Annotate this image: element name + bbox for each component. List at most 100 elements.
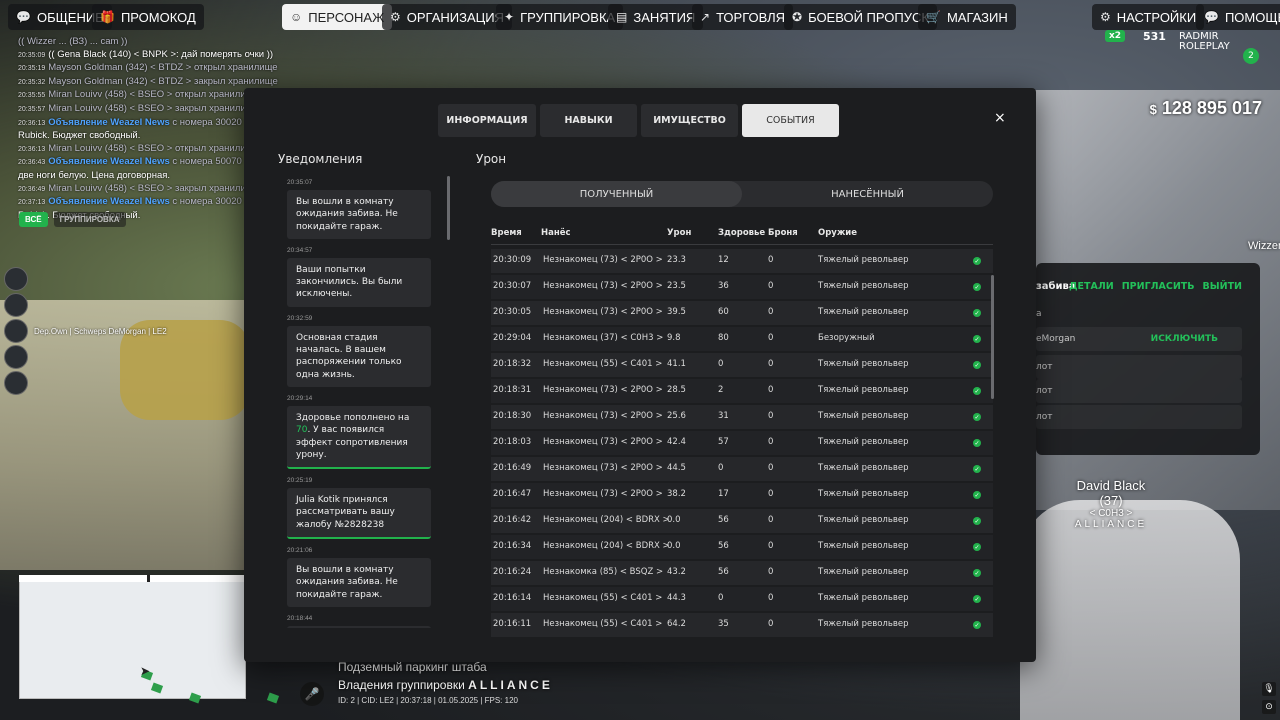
table-row[interactable]: 20:16:34 Незнакомец (204) < BDRX >0.0 56 0 Т… bbox=[491, 535, 993, 559]
row-health: 31 bbox=[718, 411, 729, 421]
tab-skills[interactable]: НАВЫКИ bbox=[540, 104, 637, 137]
chart-icon: ↗ bbox=[700, 10, 711, 24]
notification-time: 20:35:07 bbox=[287, 179, 313, 186]
notification-text: Вы вошли в комнату ожидания забива. Не п… bbox=[296, 197, 398, 232]
chat-line: 20:35:09(( Gena Black (140) < BNPK >: да… bbox=[18, 49, 308, 63]
nav-promocode-label: ПРОМОКОД bbox=[120, 9, 196, 25]
modal-tabs: ИНФОРМАЦИЯ НАВЫКИ ИМУЩЕСТВО СОБЫТИЯ bbox=[438, 104, 839, 137]
gang-slot-row[interactable]: лот bbox=[1036, 405, 1242, 429]
row-damage: 0.0 bbox=[667, 515, 681, 525]
nav-battlepass-button[interactable]: ✪ БОЕВОЙ ПРОПУСК bbox=[784, 4, 937, 30]
table-row[interactable]: 20:30:09 Незнакомец (73) < 2P0O > 23.3 12 0 Т… bbox=[491, 249, 993, 273]
table-row[interactable]: 20:18:30 Незнакомец (73) < 2P0O > 25.6 31 0 Т… bbox=[491, 405, 993, 429]
nav-character-button[interactable]: ☺ ПЕРСОНАЖ bbox=[282, 4, 393, 30]
notification-time: 20:32:59 bbox=[287, 314, 313, 322]
nav-help-label: ПОМОЩЬ bbox=[1224, 9, 1280, 25]
mic-small-icon[interactable]: 🎙 bbox=[1262, 682, 1276, 696]
kick-button[interactable]: ИСКЛЮЧИТЬ bbox=[1151, 334, 1218, 344]
row-health: 0 bbox=[718, 359, 724, 369]
row-weapon: Тяжелый револьвер bbox=[818, 567, 909, 577]
gang-members-panel: забива ДЕТАЛИ ПРИГЛАСИТЬ ВЫЙТИ a eMorgan… bbox=[1036, 263, 1260, 455]
gang-panel-actions: ДЕТАЛИ ПРИГЛАСИТЬ ВЫЙТИ bbox=[1069, 281, 1242, 292]
check-icon: ✓ bbox=[973, 387, 981, 395]
nav-gang-label: ГРУППИРОВКА bbox=[520, 9, 616, 25]
tab-property[interactable]: ИМУЩЕСТВО bbox=[641, 104, 738, 137]
table-row[interactable]: 20:16:24 Незнакомка (85) < BSQZ >43.2 56 0 Т… bbox=[491, 561, 993, 585]
row-time: 20:30:05 bbox=[493, 307, 532, 317]
tab-events[interactable]: СОБЫТИЯ bbox=[742, 104, 839, 137]
nav-shop-button[interactable]: 🛒 МАГАЗИН bbox=[918, 4, 1016, 30]
row-weapon: Тяжелый револьвер bbox=[818, 411, 909, 421]
slot-label: лот bbox=[1036, 386, 1053, 396]
avatar bbox=[4, 345, 28, 369]
row-time: 20:16:24 bbox=[493, 567, 532, 577]
table-row[interactable]: 20:18:31 Незнакомец (73) < 2P0O > 28.5 2 0 Тя… bbox=[491, 379, 993, 403]
gang-member-row[interactable]: eMorgan ИСКЛЮЧИТЬ bbox=[1036, 327, 1242, 351]
details-button[interactable]: ДЕТАЛИ bbox=[1069, 281, 1114, 292]
row-time: 20:16:47 bbox=[493, 489, 532, 499]
check-icon: ✓ bbox=[973, 413, 981, 421]
nameplate-name: David Black (37) bbox=[1076, 478, 1146, 508]
check-icon: ✓ bbox=[973, 465, 981, 473]
minimap: ➤ bbox=[19, 575, 280, 704]
nav-activities-button[interactable]: ▤ ЗАНЯТИЯ bbox=[608, 4, 704, 30]
received-damage-option[interactable]: ПОЛУЧЕННЫЙ bbox=[491, 181, 742, 207]
notification-text: Основная стадия началась. В вашем распор… bbox=[296, 332, 402, 380]
chat-timestamp: 20:36:13 bbox=[18, 145, 46, 153]
notification-card: Вы вошли в комнату ожидания забива. Не п… bbox=[287, 558, 431, 607]
check-icon: ✓ bbox=[973, 569, 981, 577]
row-time: 20:16:11 bbox=[493, 619, 532, 629]
row-weapon: Тяжелый револьвер bbox=[818, 437, 909, 447]
notification-text: Вы вошли в комнату ожидания забива. Не п… bbox=[296, 565, 398, 600]
money-display: $ 128 895 017 bbox=[1150, 98, 1262, 119]
server-number: 2 bbox=[1243, 48, 1259, 64]
session-info: ID: 2 | CID: LE2 | 20:37:18 | 01.05.2025… bbox=[338, 696, 518, 705]
chat-icon: 💬 bbox=[16, 10, 31, 24]
chat-text: Miran Louivv (458) < BSEO > закрыл храни… bbox=[48, 102, 259, 114]
chat-tab-all[interactable]: ВСЁ bbox=[19, 212, 48, 227]
table-row[interactable]: 20:30:07 Незнакомец (73) < 2P0O > 23.5 36 0 Т… bbox=[491, 275, 993, 299]
table-row[interactable]: 20:16:49 Незнакомец (73) < 2P0O > 44.5 0 0 Тя… bbox=[491, 457, 993, 481]
chat-tabs: ВСЁ ГРУППИРОВКА bbox=[19, 212, 126, 227]
row-armor: 0 bbox=[768, 541, 774, 551]
avatar bbox=[4, 267, 28, 291]
gang-slot-row[interactable]: лот bbox=[1036, 355, 1242, 379]
nav-trade-button[interactable]: ↗ ТОРГОВЛЯ bbox=[692, 4, 794, 30]
table-row[interactable]: 20:18:03 Незнакомец (73) < 2P0O > 42.4 57 0 Т… bbox=[491, 431, 993, 455]
settings-small-icon[interactable]: ⊙ bbox=[1262, 700, 1276, 714]
nav-organization-button[interactable]: ⚙ ОРГАНИЗАЦИЯ bbox=[382, 4, 512, 30]
nav-gang-button[interactable]: ✦ ГРУППИРОВКА bbox=[496, 4, 624, 30]
money-amount: 128 895 017 bbox=[1161, 98, 1262, 118]
nav-settings-label: НАСТРОЙКИ bbox=[1116, 9, 1197, 25]
player-nametag: Wizzer bbox=[1248, 240, 1280, 252]
nav-promocode-button[interactable]: 🎁 ПРОМОКОД bbox=[92, 4, 204, 30]
invite-button[interactable]: ПРИГЛАСИТЬ bbox=[1122, 281, 1195, 292]
row-time: 20:18:31 bbox=[493, 385, 532, 395]
close-icon[interactable]: × bbox=[994, 110, 1006, 126]
check-icon: ✓ bbox=[973, 335, 981, 343]
tab-information[interactable]: ИНФОРМАЦИЯ bbox=[438, 104, 536, 137]
chat-line: (( Wizzer ... (ВЗ) ... cam )) bbox=[18, 36, 308, 49]
map-marker-icon bbox=[150, 682, 164, 694]
microphone-icon[interactable]: 🎤 bbox=[300, 682, 324, 706]
notifications-scrollbar[interactable] bbox=[447, 176, 450, 240]
table-row[interactable]: 20:18:32 Незнакомец (55) < C401 > 41.1 0 0 Тя… bbox=[491, 353, 993, 377]
dealt-damage-option[interactable]: НАНЕСЁННЫЙ bbox=[742, 181, 993, 207]
leave-button[interactable]: ВЫЙТИ bbox=[1203, 281, 1242, 292]
table-row[interactable]: 20:16:11 Незнакомец (55) < C401 > 64.2 35 0 Т… bbox=[491, 613, 993, 637]
table-row[interactable]: 20:16:14 Незнакомец (55) < C401 > 44.3 0 0 Тя… bbox=[491, 587, 993, 611]
row-health: 17 bbox=[718, 489, 729, 499]
table-row[interactable]: 20:16:47 Незнакомец (73) < 2P0O > 38.2 17 0 Т… bbox=[491, 483, 993, 507]
corner-icons: 🎙 ⊙ bbox=[1262, 682, 1276, 714]
row-health: 57 bbox=[718, 437, 729, 447]
gang-icon: ✦ bbox=[504, 10, 515, 24]
row-attacker: Незнакомец (204) < BDRX > bbox=[543, 515, 670, 525]
row-weapon: Тяжелый револьвер bbox=[818, 515, 909, 525]
chat-tab-gang[interactable]: ГРУППИРОВКА bbox=[53, 212, 126, 227]
table-row[interactable]: 20:30:05 Незнакомец (73) < 2P0O > 39.5 60 0 Т… bbox=[491, 301, 993, 325]
gang-slot-row[interactable]: лот bbox=[1036, 379, 1242, 403]
damage-table-scrollbar[interactable] bbox=[991, 275, 994, 399]
table-row[interactable]: 20:16:42 Незнакомец (204) < BDRX >0.0 56 0 Т… bbox=[491, 509, 993, 533]
chat-text: (( Wizzer ... (ВЗ) ... cam )) bbox=[18, 36, 128, 47]
table-row[interactable]: 20:29:04 Незнакомец (37) < C0H3 >9.8 80 0 Бе… bbox=[491, 327, 993, 351]
